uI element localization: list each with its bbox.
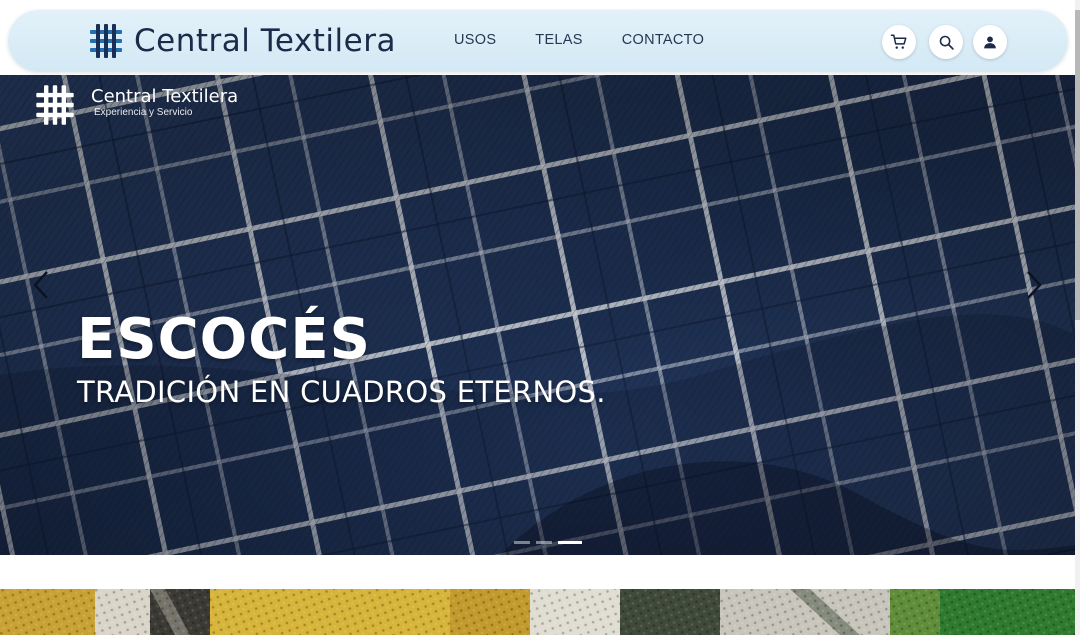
carousel-indicators bbox=[514, 541, 588, 544]
hero-title: ESCOCÉS bbox=[77, 307, 371, 372]
search-button[interactable] bbox=[929, 25, 963, 59]
account-button[interactable] bbox=[973, 25, 1007, 59]
hero-logo-tagline: Experiencia y Servicio bbox=[94, 107, 193, 118]
cart-button[interactable] bbox=[882, 25, 916, 59]
site-header: Central Textilera USOS TELAS CONTACTO bbox=[8, 10, 1068, 72]
nav-item-telas[interactable]: TELAS bbox=[535, 32, 582, 48]
page-scrollbar[interactable] bbox=[1075, 0, 1080, 635]
chevron-left-icon bbox=[33, 271, 48, 299]
category-banner-image[interactable] bbox=[0, 589, 1075, 635]
main-nav: USOS TELAS CONTACTO bbox=[454, 32, 743, 48]
carousel-prev-button[interactable] bbox=[26, 270, 56, 300]
user-icon bbox=[984, 36, 996, 49]
nav-item-contacto[interactable]: CONTACTO bbox=[622, 32, 704, 48]
brand-name: Central Textilera bbox=[134, 23, 396, 59]
hero-logo-name: Central Textilera bbox=[91, 86, 239, 107]
cart-icon bbox=[890, 34, 907, 49]
carousel-indicator-1[interactable] bbox=[514, 541, 530, 544]
striped-fabric-image bbox=[0, 589, 1075, 635]
carousel-indicator-3[interactable] bbox=[558, 541, 582, 544]
brand-logo[interactable]: Central Textilera bbox=[86, 21, 396, 61]
brand-logo-icon bbox=[90, 24, 122, 58]
carousel-indicator-2[interactable] bbox=[536, 541, 552, 544]
chevron-right-icon bbox=[1027, 271, 1042, 299]
hero-watermark-logo: Central Textilera Experiencia y Servicio bbox=[33, 83, 238, 127]
search-icon bbox=[939, 35, 954, 50]
hero-carousel: Central Textilera Experiencia y Servicio… bbox=[0, 75, 1075, 555]
watermark-logo-icon bbox=[36, 85, 74, 125]
nav-item-usos[interactable]: USOS bbox=[454, 32, 496, 48]
hero-subtitle: TRADICIÓN EN CUADROS ETERNOS. bbox=[77, 375, 606, 409]
carousel-next-button[interactable] bbox=[1019, 270, 1049, 300]
scrollbar-thumb[interactable] bbox=[1075, 10, 1080, 320]
